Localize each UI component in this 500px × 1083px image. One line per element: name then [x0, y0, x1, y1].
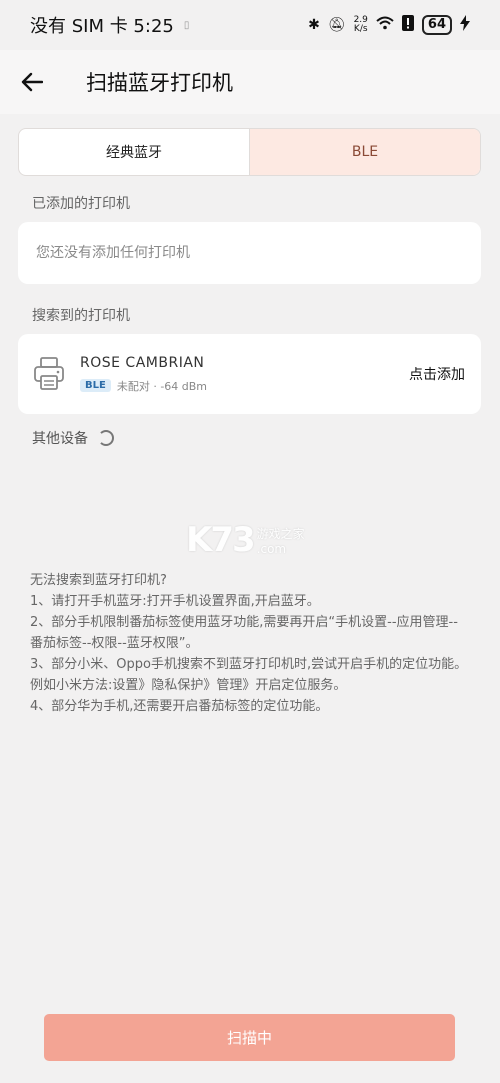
battery-indicator: 64	[421, 15, 452, 35]
scan-button[interactable]: 扫描中	[44, 1014, 455, 1061]
bluetooth-icon: ✱	[308, 17, 320, 33]
ble-badge: BLE	[80, 379, 111, 392]
printer-meta: BLE 未配对 · -64 dBm	[80, 378, 409, 394]
wifi-icon	[376, 16, 394, 34]
help-title: 无法搜索到蓝牙打印机?	[30, 573, 167, 588]
watermark-big: K73	[186, 520, 256, 560]
back-button[interactable]	[0, 50, 64, 114]
printer-icon	[34, 357, 64, 390]
added-printers-card: 您还没有添加任何打印机	[18, 222, 481, 284]
sim-icon: ▯	[183, 19, 190, 31]
tab-classic-bluetooth[interactable]: 经典蓝牙	[19, 129, 249, 175]
status-left: 没有 SIM 卡 5:25 ▯	[30, 12, 189, 38]
net-speed: 2.9 K/s	[354, 16, 368, 34]
printer-name: ROSE CAMBRIAN	[80, 354, 205, 371]
printer-list-item[interactable]: ROSE CAMBRIAN BLE 未配对 · -64 dBm 点击添加	[18, 334, 481, 414]
watermark-small: 游戏之家 .com	[257, 525, 305, 556]
watermark-small-bottom: .com	[256, 541, 287, 556]
empty-state-text: 您还没有添加任何打印机	[36, 245, 190, 261]
bluetooth-mode-tabs: 经典蓝牙 BLE	[18, 128, 481, 176]
app-header: 扫描蓝牙打印机	[0, 50, 500, 114]
carrier-time: 没有 SIM 卡 5:25	[30, 16, 174, 37]
help-item: 3、部分小米、Oppo手机搜索不到蓝牙打印机时,尝试开启手机的定位功能。例如小米…	[30, 657, 468, 693]
help-item: 4、部分华为手机,还需要开启番茄标签的定位功能。	[30, 699, 329, 714]
page-title: 扫描蓝牙打印机	[86, 71, 233, 95]
other-devices: 其他设备	[32, 428, 114, 448]
tab-ble[interactable]: BLE	[249, 129, 480, 175]
arrow-left-icon	[21, 72, 43, 92]
help-item: 1、请打开手机蓝牙:打开手机设置界面,开启蓝牙。	[30, 594, 320, 609]
watermark-small-top: 游戏之家	[256, 526, 305, 541]
watermark-logo: K73 游戏之家 .com	[186, 520, 305, 560]
alert-icon	[401, 15, 414, 35]
added-printers-label: 已添加的打印机	[32, 196, 130, 212]
add-printer-button[interactable]: 点击添加	[409, 364, 465, 384]
loading-spinner-icon	[98, 430, 114, 446]
status-right: ✱ 🔕︎ 2.9 K/s 64	[308, 15, 470, 35]
help-section: 无法搜索到蓝牙打印机? 1、请打开手机蓝牙:打开手机设置界面,开启蓝牙。 2、部…	[30, 570, 470, 717]
printer-status: 未配对 · -64 dBm	[116, 379, 208, 393]
net-speed-unit: K/s	[353, 24, 368, 34]
other-devices-label: 其他设备	[32, 431, 88, 447]
printer-info: ROSE CAMBRIAN BLE 未配对 · -64 dBm	[80, 355, 409, 394]
help-item: 2、部分手机限制番茄标签使用蓝牙功能,需要再开启“手机设置--应用管理--番茄标…	[30, 615, 458, 651]
status-bar: 没有 SIM 卡 5:25 ▯ ✱ 🔕︎ 2.9 K/s 64	[0, 0, 500, 50]
charging-icon	[460, 15, 470, 35]
mute-bell-icon: 🔕︎	[327, 17, 346, 33]
found-printers-label: 搜索到的打印机	[32, 308, 130, 324]
